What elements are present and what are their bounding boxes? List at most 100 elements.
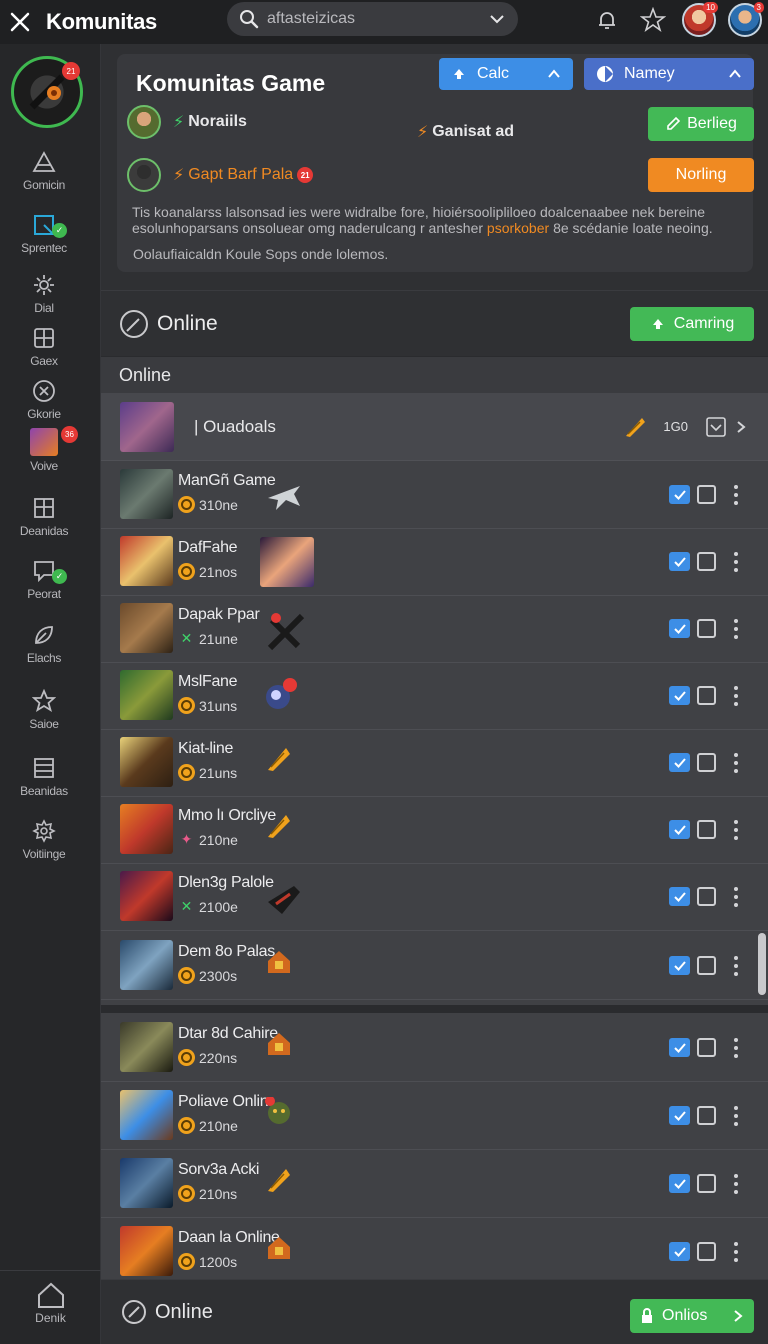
more-options-icon[interactable] bbox=[732, 619, 740, 639]
sidebar-item-voitiinge[interactable]: Voitiinge bbox=[0, 818, 88, 861]
more-options-icon[interactable] bbox=[732, 1242, 740, 1262]
sidebar-item-deanidas[interactable]: Deanidas bbox=[0, 495, 88, 538]
calc-button[interactable]: Calc bbox=[439, 58, 573, 90]
list-item[interactable]: Mmo lı Orcliye ✦ 210ne bbox=[101, 797, 768, 864]
checkbox-checked[interactable] bbox=[669, 1038, 690, 1057]
description-highlight[interactable]: psorkober bbox=[487, 220, 549, 236]
player-avatar[interactable] bbox=[127, 158, 161, 192]
bolt-icon: ⚡ bbox=[173, 167, 185, 184]
checkbox-checked[interactable] bbox=[669, 1106, 690, 1125]
checkbox-checked[interactable] bbox=[669, 887, 690, 906]
sidebar-item-dial[interactable]: Dial bbox=[0, 272, 88, 315]
sidebar-item-peorat[interactable]: ✓ Peorat bbox=[0, 558, 88, 601]
chevron-right-icon[interactable] bbox=[734, 420, 748, 434]
checkbox-unchecked[interactable] bbox=[697, 753, 716, 772]
list-item[interactable]: Dlen3g Palole ✕ 2100e bbox=[101, 864, 768, 931]
checkbox-checked[interactable] bbox=[669, 552, 690, 571]
checkbox-unchecked[interactable] bbox=[697, 1174, 716, 1193]
checkbox-unchecked[interactable] bbox=[697, 485, 716, 504]
checkbox-checked[interactable] bbox=[669, 956, 690, 975]
list-item[interactable]: Sorv3a Acki 210ns bbox=[101, 1151, 768, 1218]
header-panel: Komunitas Game Calc Namey ⚡ Noraiils ⚡ G… bbox=[101, 44, 768, 290]
more-options-icon[interactable] bbox=[732, 887, 740, 907]
checkbox-unchecked[interactable] bbox=[697, 1106, 716, 1125]
berlieg-button[interactable]: Berlieg bbox=[648, 107, 754, 141]
sidebar-item-beanidas[interactable]: Beanidas bbox=[0, 755, 88, 798]
list-item[interactable]: ManGñ Game 310ne bbox=[101, 462, 768, 529]
sidebar-item-gaex[interactable]: Gaex bbox=[0, 325, 88, 368]
checkbox-unchecked[interactable] bbox=[697, 686, 716, 705]
more-options-icon[interactable] bbox=[732, 1174, 740, 1194]
sidebar-item-elachs[interactable]: Elachs bbox=[0, 622, 88, 665]
more-options-icon[interactable] bbox=[732, 753, 740, 773]
sidebar-item-voive[interactable]: 36 Voive bbox=[0, 426, 88, 473]
game-stat-value: 1200s bbox=[199, 1253, 238, 1270]
list-item[interactable]: MslFane 31uns bbox=[101, 663, 768, 730]
list-item[interactable]: Daan la Online 1200s bbox=[101, 1219, 768, 1286]
dropdown-icon[interactable] bbox=[706, 416, 726, 437]
more-options-icon[interactable] bbox=[732, 820, 740, 840]
checkbox-unchecked[interactable] bbox=[697, 552, 716, 571]
camping-button[interactable]: Camring bbox=[630, 307, 754, 341]
checkbox-checked[interactable] bbox=[669, 686, 690, 705]
checkbox-checked[interactable] bbox=[669, 619, 690, 638]
more-options-icon[interactable] bbox=[732, 686, 740, 706]
chevron-right-icon bbox=[734, 1310, 743, 1322]
online-section-header: Online Camring bbox=[101, 290, 768, 356]
search-input[interactable] bbox=[267, 10, 467, 28]
checkbox-checked[interactable] bbox=[669, 820, 690, 839]
checkbox-unchecked[interactable] bbox=[697, 1242, 716, 1261]
more-options-icon[interactable] bbox=[732, 485, 740, 505]
checkbox-unchecked[interactable] bbox=[697, 820, 716, 839]
game-stat-value: 21uns bbox=[199, 764, 238, 781]
description-line-2-end: 8e scédanie loate neoing. bbox=[553, 220, 713, 236]
bell-icon[interactable] bbox=[584, 0, 630, 40]
more-options-icon[interactable] bbox=[732, 552, 740, 572]
sidebar-item-gkorie[interactable]: Gkorie bbox=[0, 378, 88, 421]
sidebar-home[interactable]: Denik bbox=[0, 1270, 101, 1344]
sidebar-item-saioe[interactable]: Saioe bbox=[0, 688, 88, 731]
user-avatar[interactable]: 10 bbox=[676, 0, 722, 40]
search-icon bbox=[240, 10, 259, 29]
chevron-up-icon bbox=[729, 69, 741, 78]
game-stat-value: 310ne bbox=[199, 496, 238, 513]
checkbox-unchecked[interactable] bbox=[697, 1038, 716, 1057]
more-options-icon[interactable] bbox=[732, 956, 740, 976]
checkbox-checked[interactable] bbox=[669, 753, 690, 772]
search-bar[interactable] bbox=[227, 2, 518, 36]
list-item[interactable]: Dapak Ppar ✕ 21une bbox=[101, 596, 768, 663]
checkbox-unchecked[interactable] bbox=[697, 887, 716, 906]
pinned-row[interactable]: | Ouadoals 1G0 bbox=[101, 393, 768, 461]
more-options-icon[interactable] bbox=[732, 1038, 740, 1058]
chevron-down-icon[interactable] bbox=[488, 10, 506, 28]
list-item[interactable]: Dem 8o Palas 2300s bbox=[101, 933, 768, 1000]
onlios-button[interactable]: Onlios bbox=[630, 1299, 754, 1333]
close-icon[interactable] bbox=[0, 0, 40, 44]
list-item[interactable]: Dtar 8d Cahire 220ns bbox=[101, 1015, 768, 1082]
checkbox-checked[interactable] bbox=[669, 1174, 690, 1193]
checkbox-unchecked[interactable] bbox=[697, 619, 716, 638]
checkbox-checked[interactable] bbox=[669, 485, 690, 504]
triangle-icon bbox=[31, 149, 57, 175]
compass-icon bbox=[120, 309, 148, 338]
list-item[interactable]: Kiat-line 21uns bbox=[101, 730, 768, 797]
list-item[interactable]: DafFahe 21nos bbox=[101, 529, 768, 596]
list-item[interactable]: Poliave Onlin 210ne bbox=[101, 1083, 768, 1150]
game-stat-value: 21une bbox=[199, 630, 238, 647]
star-icon[interactable] bbox=[630, 0, 676, 40]
norling-button[interactable]: Norling bbox=[648, 158, 754, 192]
player-avatar[interactable] bbox=[127, 105, 161, 139]
sidebar-item-gomicin[interactable]: Gomicin bbox=[0, 149, 88, 192]
avatar-icon: 36 bbox=[30, 426, 78, 456]
sidebar-item-sprentec[interactable]: ✓ Sprentec bbox=[0, 212, 88, 255]
coin-icon bbox=[178, 764, 195, 781]
bottom-bar: Online Onlios bbox=[101, 1279, 768, 1344]
game-stat-value: 210ns bbox=[199, 1185, 238, 1202]
profile-avatar[interactable]: 3 bbox=[722, 0, 768, 40]
checkbox-unchecked[interactable] bbox=[697, 956, 716, 975]
namey-button[interactable]: Namey bbox=[584, 58, 754, 90]
sidebar-avatar[interactable]: 21 bbox=[11, 56, 83, 128]
checkbox-checked[interactable] bbox=[669, 1242, 690, 1261]
game-stat-value: 210ne bbox=[199, 831, 238, 848]
more-options-icon[interactable] bbox=[732, 1106, 740, 1126]
